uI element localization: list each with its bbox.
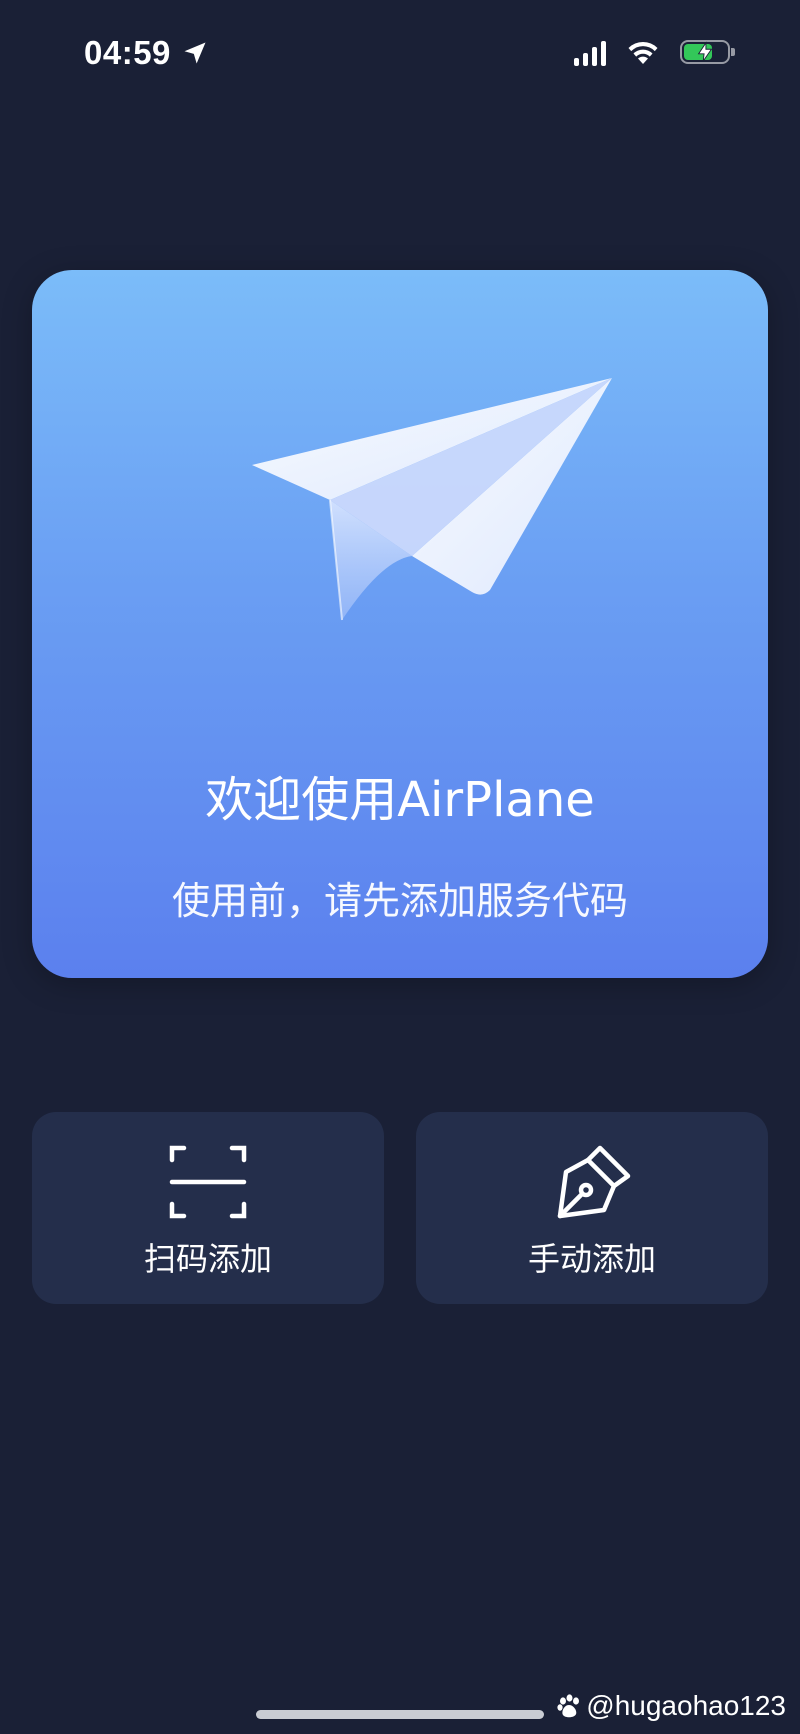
baidu-paw-icon (557, 1694, 580, 1718)
status-icons (574, 38, 735, 66)
scan-add-label: 扫码添加 (143, 1240, 272, 1278)
scan-qr-icon (169, 1145, 247, 1219)
watermark-text: @hugaohao123 (586, 1690, 786, 1721)
pen-nib-icon (557, 1145, 631, 1219)
battery-charging-icon (680, 40, 735, 64)
welcome-title: 欢迎使用AirPlane (205, 772, 595, 828)
status-time: 04:59 (84, 34, 209, 72)
paper-plane-icon (252, 378, 612, 621)
welcome-card: 欢迎使用AirPlane 使用前，请先添加服务代码 (32, 270, 768, 978)
status-bar: 04:59 (0, 0, 800, 110)
welcome-subtitle: 使用前，请先添加服务代码 (171, 879, 628, 923)
status-time-text: 04:59 (84, 34, 171, 71)
watermark: @hugaohao123 (556, 1690, 786, 1722)
cellular-signal-icon (574, 38, 606, 66)
scan-add-button[interactable]: 扫码添加 (32, 1112, 384, 1304)
home-indicator[interactable] (256, 1710, 544, 1719)
manual-add-button[interactable]: 手动添加 (416, 1112, 768, 1304)
manual-add-label: 手动添加 (527, 1240, 656, 1278)
wifi-icon (628, 41, 658, 64)
location-arrow-icon (184, 42, 206, 64)
